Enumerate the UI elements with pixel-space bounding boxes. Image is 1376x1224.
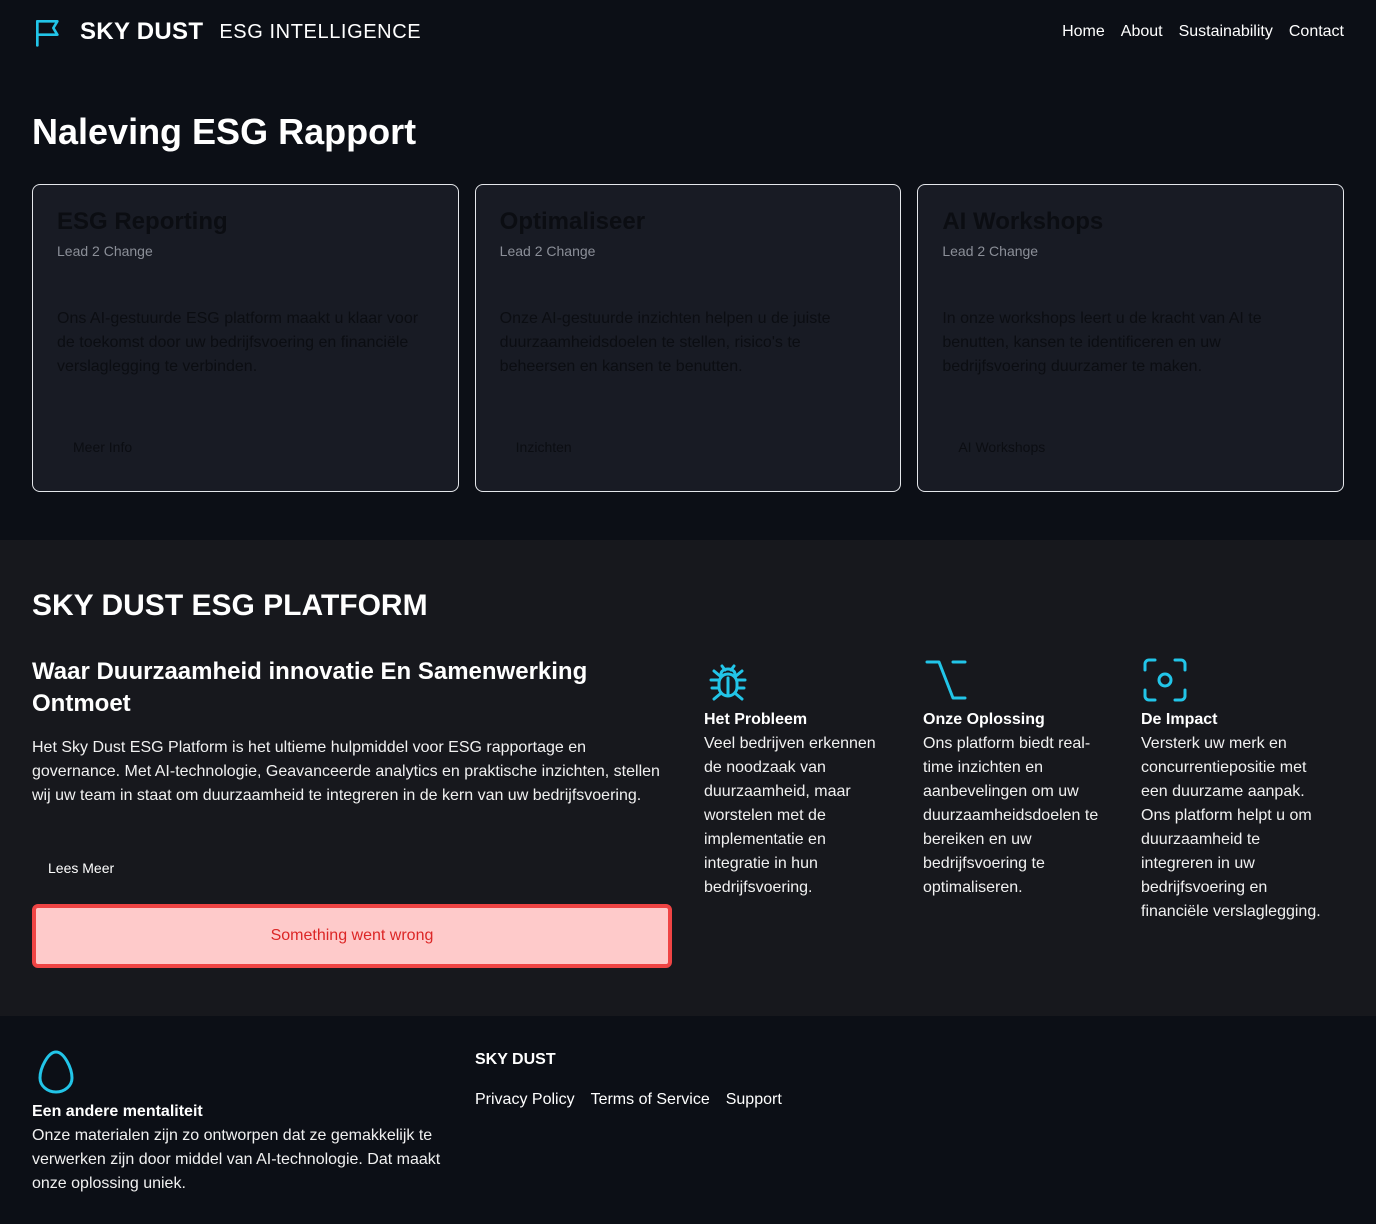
ai-workshops-button[interactable]: AI Workshops	[942, 433, 1061, 461]
nav-home[interactable]: Home	[1062, 23, 1105, 41]
page-title: Naleving ESG Rapport	[32, 111, 417, 152]
card-optimaliseer: Optimaliseer Lead 2 Change Onze AI-gestu…	[474, 184, 902, 492]
card-esg-reporting: ESG Reporting Lead 2 Change Ons AI-gestu…	[32, 184, 459, 492]
nav-sustainability[interactable]: Sustainability	[1179, 23, 1273, 41]
error-alert: Something went wrong	[32, 904, 672, 968]
platform-section: SKY DUST ESG PLATFORM Waar Duurzaamheid …	[0, 540, 1376, 1016]
focus-scan-icon	[1141, 656, 1189, 704]
card-title: Optimaliseer	[499, 208, 646, 235]
privacy-policy-link[interactable]: Privacy Policy	[475, 1088, 575, 1112]
brand-tagline: ESG INTELLIGENCE	[219, 20, 422, 43]
card-title: ESG Reporting	[57, 208, 228, 235]
lees-meer-button[interactable]: Lees Meer	[32, 856, 130, 880]
feature-text: Ons platform biedt real-time inzichten e…	[923, 735, 1099, 896]
feature-solution: Onze Oplossing Ons platform biedt real-t…	[923, 656, 1113, 900]
card-description: Ons AI-gestuurde ESG platform maakt u kl…	[57, 310, 419, 375]
feature-title: Het Probleem	[704, 711, 808, 728]
card-description: In onze workshops leert u de kracht van …	[942, 310, 1262, 375]
main-nav: Home About Sustainability Contact	[1062, 23, 1344, 41]
nav-contact[interactable]: Contact	[1289, 23, 1344, 41]
footer-links: Privacy Policy Terms of Service Support	[475, 1088, 782, 1112]
card-subtitle: Lead 2 Change	[57, 243, 153, 259]
feature-text: Veel bedrijven erkennen de noodzaak van …	[704, 735, 876, 896]
footer-brand: SKY DUST	[475, 1051, 556, 1068]
footer-about: Een andere mentaliteit Onze materialen z…	[32, 1048, 462, 1196]
inzichten-button[interactable]: Inzichten	[500, 433, 588, 461]
flag-icon	[32, 16, 64, 48]
option-key-icon	[923, 656, 971, 704]
terms-of-service-link[interactable]: Terms of Service	[591, 1088, 710, 1112]
service-cards: ESG Reporting Lead 2 Change Ons AI-gestu…	[32, 184, 1345, 492]
card-subtitle: Lead 2 Change	[499, 243, 596, 259]
feature-title: Onze Oplossing	[923, 711, 1045, 728]
bug-icon	[704, 656, 752, 704]
meer-info-button[interactable]: Meer Info	[57, 433, 148, 461]
section-title: SKY DUST ESG PLATFORM	[32, 589, 428, 622]
support-link[interactable]: Support	[726, 1088, 782, 1112]
intro-text: Het Sky Dust ESG Platform is het ultieme…	[32, 739, 660, 804]
footer-title: Een andere mentaliteit	[32, 1103, 203, 1120]
intro-heading: Waar Duurzaamheid innovatie En Samenwerk…	[32, 658, 588, 717]
feature-impact: De Impact Versterk uw merk en concurrent…	[1141, 656, 1331, 924]
feature-problem: Het Probleem Veel bedrijven erkennen de …	[704, 656, 894, 900]
brand[interactable]: SKY DUST ESG INTELLIGENCE	[32, 16, 421, 48]
card-ai-workshops: AI Workshops Lead 2 Change In onze works…	[917, 184, 1345, 492]
footer-text: Onze materialen zijn zo ontworpen dat ze…	[32, 1127, 441, 1192]
brand-name: SKY DUST	[80, 18, 204, 45]
card-title: AI Workshops	[942, 208, 1104, 235]
error-message: Something went wrong	[270, 927, 434, 944]
site-header: SKY DUST ESG INTELLIGENCE Home About Sus…	[0, 0, 1376, 64]
card-subtitle: Lead 2 Change	[942, 243, 1039, 259]
card-description: Onze AI-gestuurde inzichten helpen u de …	[499, 310, 831, 375]
feature-title: De Impact	[1141, 711, 1218, 728]
site-footer: Een andere mentaliteit Onze materialen z…	[0, 1016, 1376, 1224]
nav-about[interactable]: About	[1121, 23, 1163, 41]
egg-icon	[32, 1048, 80, 1096]
feature-text: Versterk uw merk en concurrentiepositie …	[1141, 735, 1321, 920]
